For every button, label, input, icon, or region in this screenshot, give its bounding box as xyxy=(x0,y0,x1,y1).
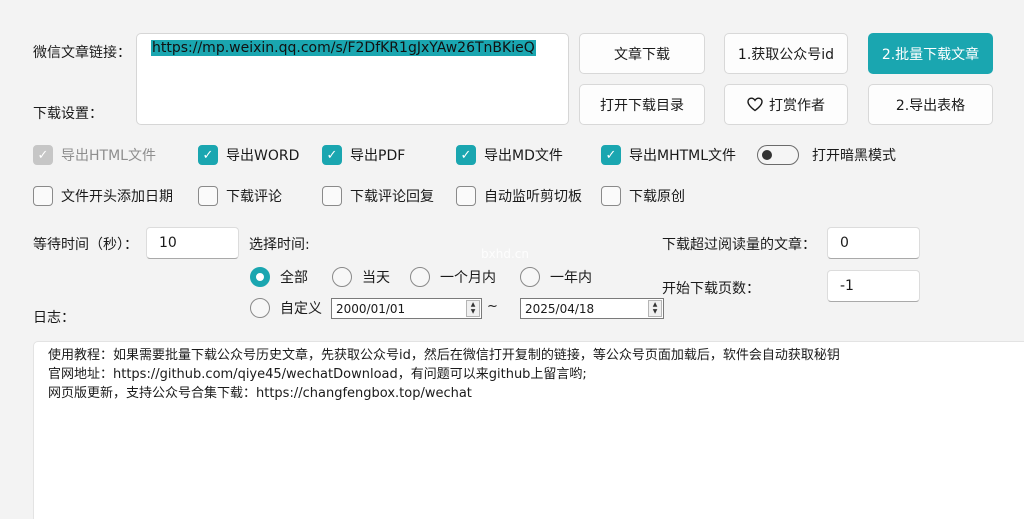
add-date-prefix-label: 文件开头添加日期 xyxy=(61,189,173,205)
export-md-label: 导出MD文件 xyxy=(484,148,563,164)
batch-download-button[interactable]: 2.批量下载文章 xyxy=(868,33,993,74)
download-original-label: 下载原创 xyxy=(629,189,685,205)
date-spinner[interactable]: ▲ ▼ xyxy=(648,300,662,317)
toggle-switch[interactable] xyxy=(757,145,799,165)
spin-down-icon[interactable]: ▼ xyxy=(471,309,476,315)
log-textarea[interactable]: 使用教程：如果需要批量下载公众号历史文章，先获取公众号id，然后在微信打开复制的… xyxy=(33,341,1024,519)
check-icon: ✓ xyxy=(33,145,53,165)
export-pdf-checkbox[interactable]: ✓ 导出PDF xyxy=(322,145,405,165)
download-article-button[interactable]: 文章下载 xyxy=(579,33,705,74)
download-comment-replies-label: 下载评论回复 xyxy=(350,189,434,205)
date-to-value: 2025/04/18 xyxy=(525,301,595,316)
time-option-year[interactable]: 一年内 xyxy=(520,267,592,287)
open-download-dir-label: 打开下载目录 xyxy=(600,97,684,114)
dark-mode-toggle[interactable]: 打开暗黑模式 xyxy=(757,145,896,165)
check-icon: ✓ xyxy=(322,145,342,165)
log-line: 使用教程：如果需要批量下载公众号历史文章，先获取公众号id，然后在微信打开复制的… xyxy=(48,348,840,363)
time-option-all[interactable]: 全部 xyxy=(250,267,308,287)
heart-icon xyxy=(747,97,763,112)
check-icon: ✓ xyxy=(601,145,621,165)
date-from-input[interactable]: 2000/01/01 ▲ ▼ xyxy=(331,298,482,319)
checkbox-box xyxy=(601,186,621,206)
time-option-today[interactable]: 当天 xyxy=(332,267,390,287)
time-option-label: 当天 xyxy=(362,270,390,286)
start-page-value: -1 xyxy=(840,278,854,294)
time-option-label: 自定义 xyxy=(280,301,322,317)
watermark: bxhd.cn xyxy=(481,247,529,261)
spin-up-icon[interactable]: ▲ xyxy=(653,301,658,308)
open-download-dir-button[interactable]: 打开下载目录 xyxy=(579,84,705,125)
checkbox-box xyxy=(322,186,342,206)
date-range-separator: ~ xyxy=(487,299,498,314)
get-account-id-label: 1.获取公众号id xyxy=(737,46,835,63)
download-article-label: 文章下载 xyxy=(614,46,670,63)
date-to-input[interactable]: 2025/04/18 ▲ ▼ xyxy=(520,298,664,319)
date-spinner[interactable]: ▲ ▼ xyxy=(466,300,480,317)
download-comments-checkbox[interactable]: 下载评论 xyxy=(198,186,282,206)
url-label: 微信文章链接： xyxy=(33,45,131,61)
checkbox-box xyxy=(33,186,53,206)
export-table-button[interactable]: 2.导出表格 xyxy=(868,84,993,125)
time-option-label: 全部 xyxy=(280,270,308,286)
time-option-custom[interactable]: 自定义 xyxy=(250,298,322,318)
wait-time-input[interactable]: 10 xyxy=(146,227,239,259)
time-option-label: 一个月内 xyxy=(440,270,496,286)
export-pdf-label: 导出PDF xyxy=(350,148,406,164)
add-date-prefix-checkbox[interactable]: 文件开头添加日期 xyxy=(33,186,173,206)
start-page-label: 开始下载页数： xyxy=(662,281,760,297)
log-label: 日志： xyxy=(33,310,75,326)
download-settings-label: 下载设置： xyxy=(33,106,103,122)
spin-down-icon[interactable]: ▼ xyxy=(653,309,658,315)
start-page-input[interactable]: -1 xyxy=(827,270,920,302)
radio-indicator xyxy=(332,267,352,287)
export-html-checkbox[interactable]: ✓ 导出HTML文件 xyxy=(33,145,156,165)
tip-author-button[interactable]: 打赏作者 xyxy=(724,84,848,125)
radio-indicator xyxy=(250,267,270,287)
export-mhtml-label: 导出MHTML文件 xyxy=(629,148,737,164)
radio-indicator xyxy=(250,298,270,318)
select-time-label: 选择时间: xyxy=(249,237,310,253)
spin-up-icon[interactable]: ▲ xyxy=(471,301,476,308)
radio-indicator xyxy=(410,267,430,287)
date-from-value: 2000/01/01 xyxy=(336,301,406,316)
time-option-label: 一年内 xyxy=(550,270,592,286)
dark-mode-label: 打开暗黑模式 xyxy=(812,148,896,164)
log-line: 官网地址：https://github.com/qiye45/wechatDow… xyxy=(48,367,587,382)
url-value: https://mp.weixin.qq.com/s/F2DfKR1gJxYAw… xyxy=(151,40,536,56)
wait-time-value: 10 xyxy=(159,235,177,251)
export-table-label: 2.导出表格 xyxy=(895,97,966,114)
monitor-clipboard-label: 自动监听剪切板 xyxy=(484,189,582,205)
url-input[interactable]: https://mp.weixin.qq.com/s/F2DfKR1gJxYAw… xyxy=(136,33,569,125)
download-original-checkbox[interactable]: 下载原创 xyxy=(601,186,685,206)
check-icon: ✓ xyxy=(456,145,476,165)
read-threshold-label: 下载超过阅读量的文章： xyxy=(662,237,816,253)
checkbox-box xyxy=(456,186,476,206)
batch-download-label: 2.批量下载文章 xyxy=(881,46,980,63)
monitor-clipboard-checkbox[interactable]: 自动监听剪切板 xyxy=(456,186,582,206)
tip-author-label: 打赏作者 xyxy=(769,97,825,114)
radio-indicator xyxy=(520,267,540,287)
export-word-label: 导出WORD xyxy=(226,148,300,164)
checkbox-box xyxy=(198,186,218,206)
get-account-id-button[interactable]: 1.获取公众号id xyxy=(724,33,848,74)
wait-time-label: 等待时间（秒）： xyxy=(33,237,138,253)
check-icon: ✓ xyxy=(198,145,218,165)
export-md-checkbox[interactable]: ✓ 导出MD文件 xyxy=(456,145,563,165)
export-html-label: 导出HTML文件 xyxy=(61,148,156,164)
export-mhtml-checkbox[interactable]: ✓ 导出MHTML文件 xyxy=(601,145,736,165)
log-line: 网页版更新，支持公众号合集下载：https://changfengbox.top… xyxy=(48,386,472,401)
export-word-checkbox[interactable]: ✓ 导出WORD xyxy=(198,145,299,165)
download-comments-label: 下载评论 xyxy=(226,189,282,205)
download-comment-replies-checkbox[interactable]: 下载评论回复 xyxy=(322,186,434,206)
read-threshold-value: 0 xyxy=(840,235,849,251)
read-threshold-input[interactable]: 0 xyxy=(827,227,920,259)
time-option-month[interactable]: 一个月内 xyxy=(410,267,496,287)
